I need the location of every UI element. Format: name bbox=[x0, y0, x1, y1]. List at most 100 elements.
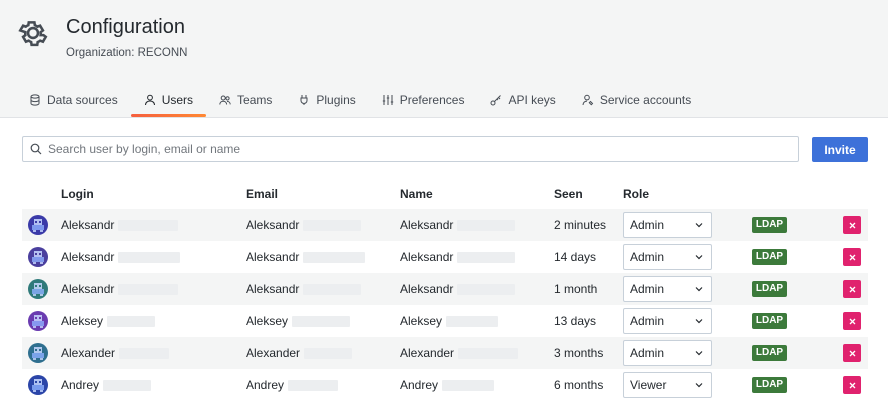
user-name: Aleksandr bbox=[400, 282, 454, 296]
login-cell: Aleksandr bbox=[61, 218, 179, 232]
email-cell: Aleksandr bbox=[246, 218, 362, 232]
user-email: Andrey bbox=[246, 378, 285, 392]
redacted-block bbox=[118, 220, 179, 232]
chevron-down-icon bbox=[695, 223, 703, 228]
chevron-down-icon bbox=[695, 255, 703, 260]
redacted-block bbox=[118, 284, 179, 296]
user-name: Alexander bbox=[400, 346, 455, 360]
role-value: Admin bbox=[630, 250, 665, 264]
chevron-down-icon bbox=[695, 351, 703, 356]
close-icon bbox=[849, 318, 855, 324]
delete-user-button[interactable] bbox=[843, 376, 861, 394]
avatar bbox=[28, 343, 48, 363]
column-name: Name bbox=[400, 187, 433, 201]
tab-api-keys[interactable]: API keys bbox=[477, 84, 568, 116]
delete-user-button[interactable] bbox=[843, 312, 861, 330]
avatar bbox=[28, 279, 48, 299]
user-name: Aleksey bbox=[400, 314, 443, 328]
tab-bar: Data sources Users Teams Plugins Prefere… bbox=[16, 84, 704, 118]
role-value: Admin bbox=[630, 282, 665, 296]
role-select[interactable]: Admin bbox=[623, 212, 712, 238]
column-email: Email bbox=[246, 187, 279, 201]
email-cell: Andrey bbox=[246, 378, 339, 392]
redacted-block bbox=[458, 348, 519, 360]
page-subtitle: Organization: RECONN bbox=[66, 47, 188, 59]
user-seen: 14 days bbox=[554, 250, 597, 264]
role-select[interactable]: Viewer bbox=[623, 372, 712, 398]
role-value: Admin bbox=[630, 346, 665, 360]
ldap-badge: LDAP bbox=[752, 345, 787, 361]
user-login: Aleksey bbox=[61, 314, 104, 328]
role-select[interactable]: Admin bbox=[623, 244, 712, 270]
name-cell: Aleksandr bbox=[400, 282, 516, 296]
ldap-badge: LDAP bbox=[752, 377, 787, 393]
sliders-icon bbox=[382, 95, 393, 105]
tab-label: Preferences bbox=[399, 93, 465, 107]
name-cell: Aleksandr bbox=[400, 218, 516, 232]
tab-teams[interactable]: Teams bbox=[206, 84, 285, 116]
user-cog-icon bbox=[582, 94, 594, 106]
tab-service-accounts[interactable]: Service accounts bbox=[569, 84, 704, 116]
table-header: Login Email Name Seen Role bbox=[0, 187, 888, 203]
ldap-badge: LDAP bbox=[752, 281, 787, 297]
invite-button[interactable]: Invite bbox=[812, 137, 868, 162]
role-select[interactable]: Admin bbox=[623, 276, 712, 302]
email-cell: Aleksandr bbox=[246, 282, 362, 296]
user-seen: 1 month bbox=[554, 282, 598, 296]
redacted-block bbox=[288, 380, 339, 392]
avatar bbox=[28, 375, 48, 395]
delete-user-button[interactable] bbox=[843, 248, 861, 266]
redacted-block bbox=[442, 380, 495, 392]
tab-plugins[interactable]: Plugins bbox=[285, 84, 368, 116]
table-row: Andrey Andrey Andrey 6 months Viewer LDA… bbox=[22, 369, 868, 398]
column-login: Login bbox=[61, 187, 94, 201]
user-name: Aleksandr bbox=[400, 218, 454, 232]
role-select[interactable]: Admin bbox=[623, 340, 712, 366]
user-login: Aleksandr bbox=[61, 250, 115, 264]
role-value: Admin bbox=[630, 314, 665, 328]
role-value: Viewer bbox=[630, 378, 667, 392]
redacted-block bbox=[304, 348, 353, 360]
delete-user-button[interactable] bbox=[843, 344, 861, 362]
name-cell: Aleksey bbox=[400, 314, 499, 328]
user-seen: 13 days bbox=[554, 314, 597, 328]
users-panel: Invite Login Email Name Seen Role Aleksa… bbox=[0, 117, 888, 398]
login-cell: Aleksandr bbox=[61, 282, 179, 296]
delete-user-button[interactable] bbox=[843, 216, 861, 234]
role-select[interactable]: Admin bbox=[623, 308, 712, 334]
login-cell: Aleksandr bbox=[61, 250, 181, 264]
page-title: Configuration bbox=[66, 16, 185, 38]
redacted-block bbox=[103, 380, 152, 392]
tab-label: API keys bbox=[508, 93, 556, 107]
delete-user-button[interactable] bbox=[843, 280, 861, 298]
users-icon bbox=[219, 95, 231, 105]
login-cell: Aleksey bbox=[61, 314, 156, 328]
tab-users[interactable]: Users bbox=[130, 84, 207, 117]
tab-preferences[interactable]: Preferences bbox=[369, 84, 478, 116]
search-input[interactable] bbox=[48, 142, 788, 156]
user-email: Aleksandr bbox=[246, 250, 300, 264]
ldap-badge: LDAP bbox=[752, 313, 787, 329]
login-cell: Alexander bbox=[61, 346, 170, 360]
tab-data-sources[interactable]: Data sources bbox=[16, 84, 131, 116]
user-email: Aleksey bbox=[246, 314, 289, 328]
redacted-block bbox=[457, 284, 516, 296]
user-name: Aleksandr bbox=[400, 250, 454, 264]
tab-label: Data sources bbox=[47, 93, 118, 107]
search-icon bbox=[30, 143, 42, 155]
chevron-down-icon bbox=[695, 287, 703, 292]
close-icon bbox=[849, 254, 855, 260]
table-row: Alexander Alexander Alexander 3 months A… bbox=[22, 337, 868, 369]
user-name: Andrey bbox=[400, 378, 439, 392]
user-login: Aleksandr bbox=[61, 218, 115, 232]
user-login: Aleksandr bbox=[61, 282, 115, 296]
email-cell: Alexander bbox=[246, 346, 353, 360]
table-row: Aleksandr Aleksandr Aleksandr 2 minutes … bbox=[22, 209, 868, 241]
table-row: Aleksandr Aleksandr Aleksandr 14 days Ad… bbox=[22, 241, 868, 273]
search-box[interactable] bbox=[22, 136, 799, 162]
tab-label: Service accounts bbox=[599, 93, 692, 107]
redacted-block bbox=[107, 316, 156, 328]
redacted-block bbox=[446, 316, 499, 328]
tab-label: Users bbox=[161, 93, 194, 107]
name-cell: Alexander bbox=[400, 346, 519, 360]
